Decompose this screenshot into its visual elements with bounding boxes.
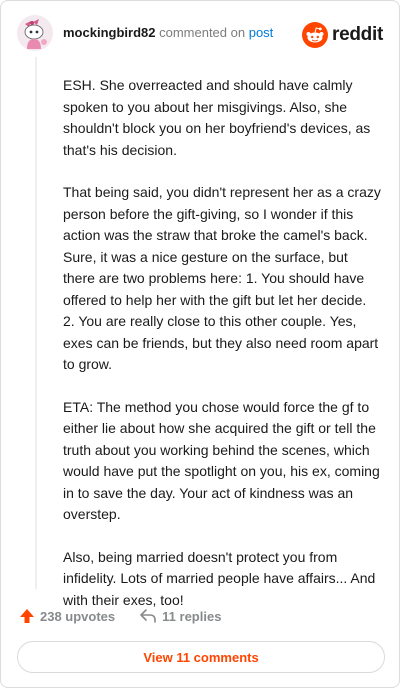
user-avatar[interactable] [17, 15, 53, 51]
comment-paragraph: ETA: The method you chose would force th… [63, 398, 380, 523]
reply-count: 11 replies [162, 608, 222, 624]
comment-header: mockingbird82 commented on post reddit [17, 15, 383, 55]
username-link[interactable]: mockingbird82 [63, 25, 155, 40]
commented-on-text: commented on [159, 25, 246, 40]
reply-icon [140, 609, 156, 623]
comment-paragraph: That being said, you didn't represent he… [63, 184, 381, 372]
comment-meta: mockingbird82 commented on post [63, 25, 273, 41]
upvote-count: 238 upvotes [40, 608, 116, 624]
reddit-brand[interactable]: reddit [302, 21, 383, 49]
reddit-wordmark: reddit [332, 24, 383, 45]
reddit-logo-icon [302, 22, 329, 48]
replies-button[interactable]: 11 replies [139, 608, 221, 624]
comment-body: ESH. She overreacted and should have cal… [63, 75, 381, 632]
snoo-avatar-icon [17, 15, 53, 51]
comment-paragraph: Also, being married doesn't protect you … [63, 548, 376, 608]
post-link[interactable]: post [249, 25, 274, 40]
comment-paragraph: ESH. She overreacted and should have cal… [63, 77, 371, 158]
upvote-button[interactable]: 238 upvotes [19, 608, 115, 624]
comment-actions: 238 upvotes 11 replies [19, 605, 221, 627]
upvote-arrow-icon [20, 609, 34, 623]
comment-card: mockingbird82 commented on post reddit E… [0, 0, 400, 688]
view-comments-button[interactable]: View 11 comments [17, 641, 385, 673]
thread-line[interactable] [35, 57, 37, 589]
